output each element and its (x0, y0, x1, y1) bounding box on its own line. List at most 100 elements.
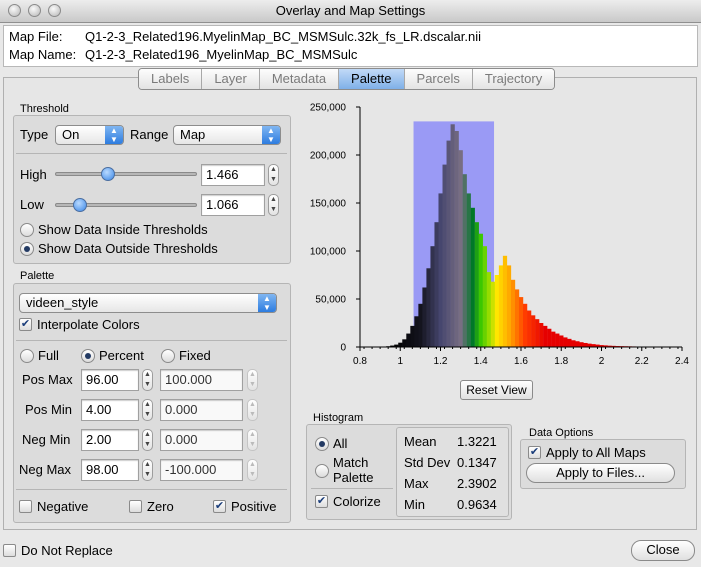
neg-max-percent-stepper[interactable]: ▲ ▼ (142, 459, 153, 481)
map-name-label: Map Name: (9, 47, 77, 62)
mode-percent-radio[interactable] (81, 349, 95, 363)
neg-max-label: Neg Max (19, 462, 72, 477)
tab-labels[interactable]: Labels (139, 69, 203, 89)
threshold-range-value: Map (180, 127, 206, 142)
histogram-bar (490, 281, 496, 347)
histogram-bar (466, 193, 471, 347)
histogram-bar (462, 174, 467, 347)
pos-max-percent-stepper[interactable]: ▲ ▼ (142, 369, 153, 391)
high-slider-knob[interactable] (101, 167, 116, 181)
tab-trajectory[interactable]: Trajectory (472, 69, 555, 89)
histogram-bar (506, 265, 512, 347)
high-threshold-stepper[interactable]: ▲ ▼ (268, 164, 279, 186)
histogram-bar (426, 268, 431, 347)
show-outside-label: Show Data Outside Thresholds (38, 241, 218, 256)
histogram-bar (402, 339, 407, 347)
neg-min-fixed-field[interactable]: 0.000 (160, 429, 243, 451)
y-tick-label: 0 (340, 343, 346, 354)
x-tick-label: 1.8 (554, 356, 568, 367)
threshold-type-select[interactable]: On ▲ ▼ (55, 125, 124, 145)
positive-label: Positive (231, 499, 277, 514)
close-button[interactable]: Close (631, 540, 695, 561)
negative-checkbox[interactable] (19, 500, 32, 513)
zero-checkbox[interactable] (129, 500, 142, 513)
histogram-bar (579, 342, 584, 347)
pos-max-percent-field[interactable]: 96.00 (81, 369, 139, 391)
high-threshold-field[interactable]: 1.466 (201, 164, 265, 186)
show-outside-radio[interactable] (20, 242, 34, 256)
histogram-bar (498, 265, 504, 347)
pos-min-percent-field[interactable]: 4.00 (81, 399, 139, 421)
low-slider-knob[interactable] (72, 198, 87, 212)
histogram-bar (571, 340, 576, 347)
stat-mean-label: Mean (404, 434, 437, 449)
threshold-type-label: Type (20, 127, 49, 142)
histogram-bar (434, 222, 439, 347)
pos-min-percent-stepper[interactable]: ▲ ▼ (142, 399, 153, 421)
stat-stddev-label: Std Dev (404, 455, 451, 470)
pos-max-fixed-stepper[interactable]: ▲ ▼ (247, 369, 258, 391)
chevron-updown-icon: ▲ ▼ (262, 126, 280, 144)
histogram-chart[interactable]: 0.8 1 1.2 1.4 1.6 1.8 2 2.2 2.4 0 50,000 100,000 150… (300, 97, 694, 382)
mode-full-radio[interactable] (20, 349, 34, 363)
tab-layer[interactable]: Layer (202, 69, 260, 89)
neg-max-fixed-stepper[interactable]: ▲ ▼ (247, 459, 258, 481)
histogram-bar (531, 315, 536, 347)
stat-stddev-value: 0.1347 (457, 455, 497, 470)
low-threshold-field[interactable]: 1.066 (201, 194, 265, 216)
apply-all-maps-checkbox[interactable]: ✔ (528, 446, 541, 459)
histogram-match-radio[interactable] (315, 464, 329, 478)
neg-max-percent-field[interactable]: 98.00 (81, 459, 139, 481)
histogram-bar (442, 164, 447, 347)
pos-min-fixed-stepper[interactable]: ▲ ▼ (247, 399, 258, 421)
map-info-panel: Map File: Q1-2-3_Related196.MyelinMap_BC_… (3, 25, 698, 67)
threshold-type-value: On (62, 127, 80, 142)
tab-palette[interactable]: Palette (339, 69, 405, 89)
interpolate-colors-checkbox[interactable]: ✔ (19, 318, 32, 331)
histogram-bar (446, 140, 451, 347)
high-slider[interactable] (55, 172, 197, 176)
histogram-bar (547, 328, 552, 347)
stat-mean-value: 1.3221 (457, 434, 497, 449)
neg-min-percent-field[interactable]: 2.00 (81, 429, 139, 451)
negative-label: Negative (37, 499, 89, 514)
window-title: Overlay and Map Settings (275, 3, 426, 18)
tab-metadata[interactable]: Metadata (259, 69, 340, 89)
interpolate-colors-label: Interpolate Colors (37, 317, 140, 332)
histogram-bar (478, 233, 483, 347)
mode-full-label: Full (38, 348, 59, 363)
histogram-bar (518, 297, 524, 347)
histogram-bar (418, 303, 423, 347)
histogram-bar (494, 275, 500, 347)
pos-max-fixed-field[interactable]: 100.000 (160, 369, 243, 391)
neg-max-fixed-field[interactable]: -100.000 (160, 459, 243, 481)
tab-bar: Labels Layer Metadata Palette Parcels Tr… (138, 68, 556, 90)
histogram-all-radio[interactable] (315, 437, 329, 451)
threshold-range-select[interactable]: Map ▲ ▼ (173, 125, 281, 145)
high-label: High (20, 167, 47, 182)
palette-name-select[interactable]: videen_style ▲ ▼ (19, 293, 277, 313)
histogram-bar (502, 255, 508, 347)
low-threshold-stepper[interactable]: ▲ ▼ (268, 194, 279, 216)
positive-checkbox[interactable]: ✔ (213, 500, 226, 513)
histogram-bar (535, 319, 540, 347)
reset-view-button[interactable]: Reset View (460, 380, 533, 400)
do-not-replace-checkbox[interactable] (3, 544, 16, 557)
divider (16, 340, 287, 341)
tab-parcels[interactable]: Parcels (404, 69, 473, 89)
low-label: Low (20, 197, 44, 212)
pos-min-fixed-field[interactable]: 0.000 (160, 399, 243, 421)
stat-max-value: 2.3902 (457, 476, 497, 491)
pos-max-label: Pos Max (22, 372, 73, 387)
mode-fixed-radio[interactable] (161, 349, 175, 363)
apply-to-files-button[interactable]: Apply to Files... (526, 463, 675, 483)
colorize-checkbox[interactable]: ✔ (315, 495, 328, 508)
neg-min-fixed-stepper[interactable]: ▲ ▼ (247, 429, 258, 451)
neg-min-percent-stepper[interactable]: ▲ ▼ (142, 429, 153, 451)
show-inside-radio[interactable] (20, 223, 34, 237)
chevron-updown-icon: ▲ ▼ (105, 126, 123, 144)
histogram-bar (539, 323, 544, 347)
colorize-label: Colorize (333, 494, 381, 509)
stat-min-value: 0.9634 (457, 497, 497, 512)
map-file-value: Q1-2-3_Related196.MyelinMap_BC_MSMSulc.3… (85, 29, 481, 44)
